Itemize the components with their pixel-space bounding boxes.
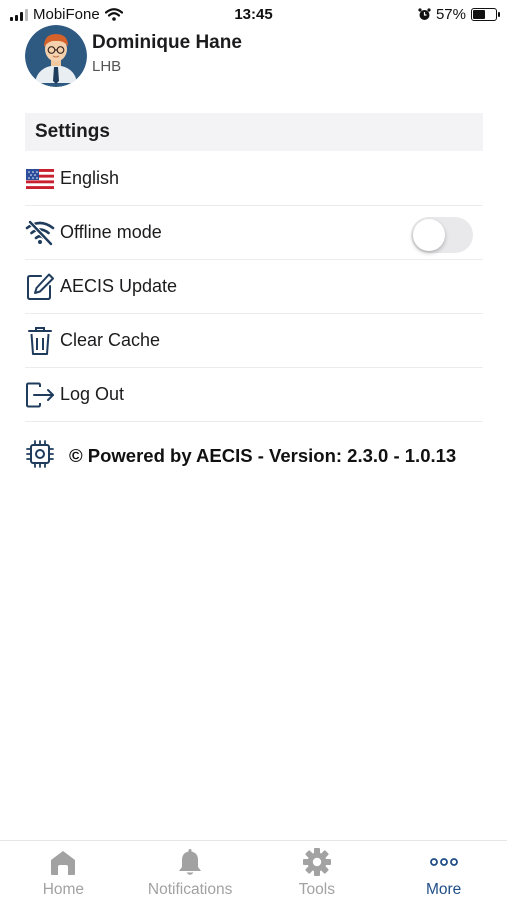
avatar	[25, 25, 87, 87]
tab-bar: Home Notifications Tools More	[0, 840, 507, 900]
settings-menu: English Offline mode AECIS Update Clear …	[25, 152, 483, 422]
menu-item-log-out[interactable]: Log Out	[25, 368, 483, 422]
bell-icon	[177, 847, 203, 877]
settings-header: Settings	[25, 113, 483, 151]
menu-item-aecis-update[interactable]: AECIS Update	[25, 260, 483, 314]
battery-icon	[471, 8, 500, 21]
us-flag-icon	[25, 164, 55, 194]
menu-item-label: AECIS Update	[60, 276, 178, 296]
tab-label: Tools	[298, 881, 335, 898]
profile-name: Dominique Hane	[92, 31, 242, 53]
profile-organization: LHB	[92, 57, 122, 75]
menu-item-clear-cache[interactable]: Clear Cache	[25, 314, 483, 368]
menu-item-language[interactable]: English	[25, 152, 483, 206]
logout-icon	[25, 380, 55, 410]
edit-icon	[25, 272, 55, 302]
battery-fill	[473, 10, 485, 19]
alarm-icon	[418, 8, 431, 20]
gear-icon	[302, 847, 332, 877]
menu-item-offline-mode: Offline mode	[25, 206, 483, 260]
status-right: 57%	[418, 6, 500, 23]
tab-label: More	[425, 881, 462, 898]
menu-item-label: Log Out	[60, 384, 125, 404]
profile-header[interactable]: Dominique Hane LHB	[25, 25, 242, 87]
tab-tools[interactable]: Tools	[254, 841, 381, 900]
settings-screen: MobiFone 13:45 57% Dominique Hane LHB Se…	[0, 0, 507, 900]
tab-label: Notifications	[147, 881, 233, 898]
tab-more[interactable]: More	[380, 841, 507, 900]
offline-mode-toggle[interactable]	[411, 217, 473, 253]
tab-home[interactable]: Home	[0, 841, 127, 900]
menu-item-label: Clear Cache	[60, 330, 161, 350]
home-icon	[48, 847, 78, 877]
profile-text: Dominique Hane LHB	[92, 32, 242, 75]
menu-item-label: English	[60, 168, 120, 188]
battery-percent: 57%	[435, 6, 466, 23]
version-text: © Powered by AECIS - Version: 2.3.0 - 1.…	[69, 445, 457, 466]
tab-label: Home	[42, 881, 85, 898]
more-icon	[429, 847, 459, 877]
powered-by: © Powered by AECIS - Version: 2.3.0 - 1.…	[25, 439, 457, 474]
menu-item-label: Offline mode	[60, 222, 162, 242]
toggle-knob	[413, 219, 445, 251]
wifi-off-icon	[25, 218, 55, 248]
tab-notifications[interactable]: Notifications	[127, 841, 254, 900]
trash-icon	[25, 326, 55, 356]
chip-icon	[25, 439, 55, 474]
